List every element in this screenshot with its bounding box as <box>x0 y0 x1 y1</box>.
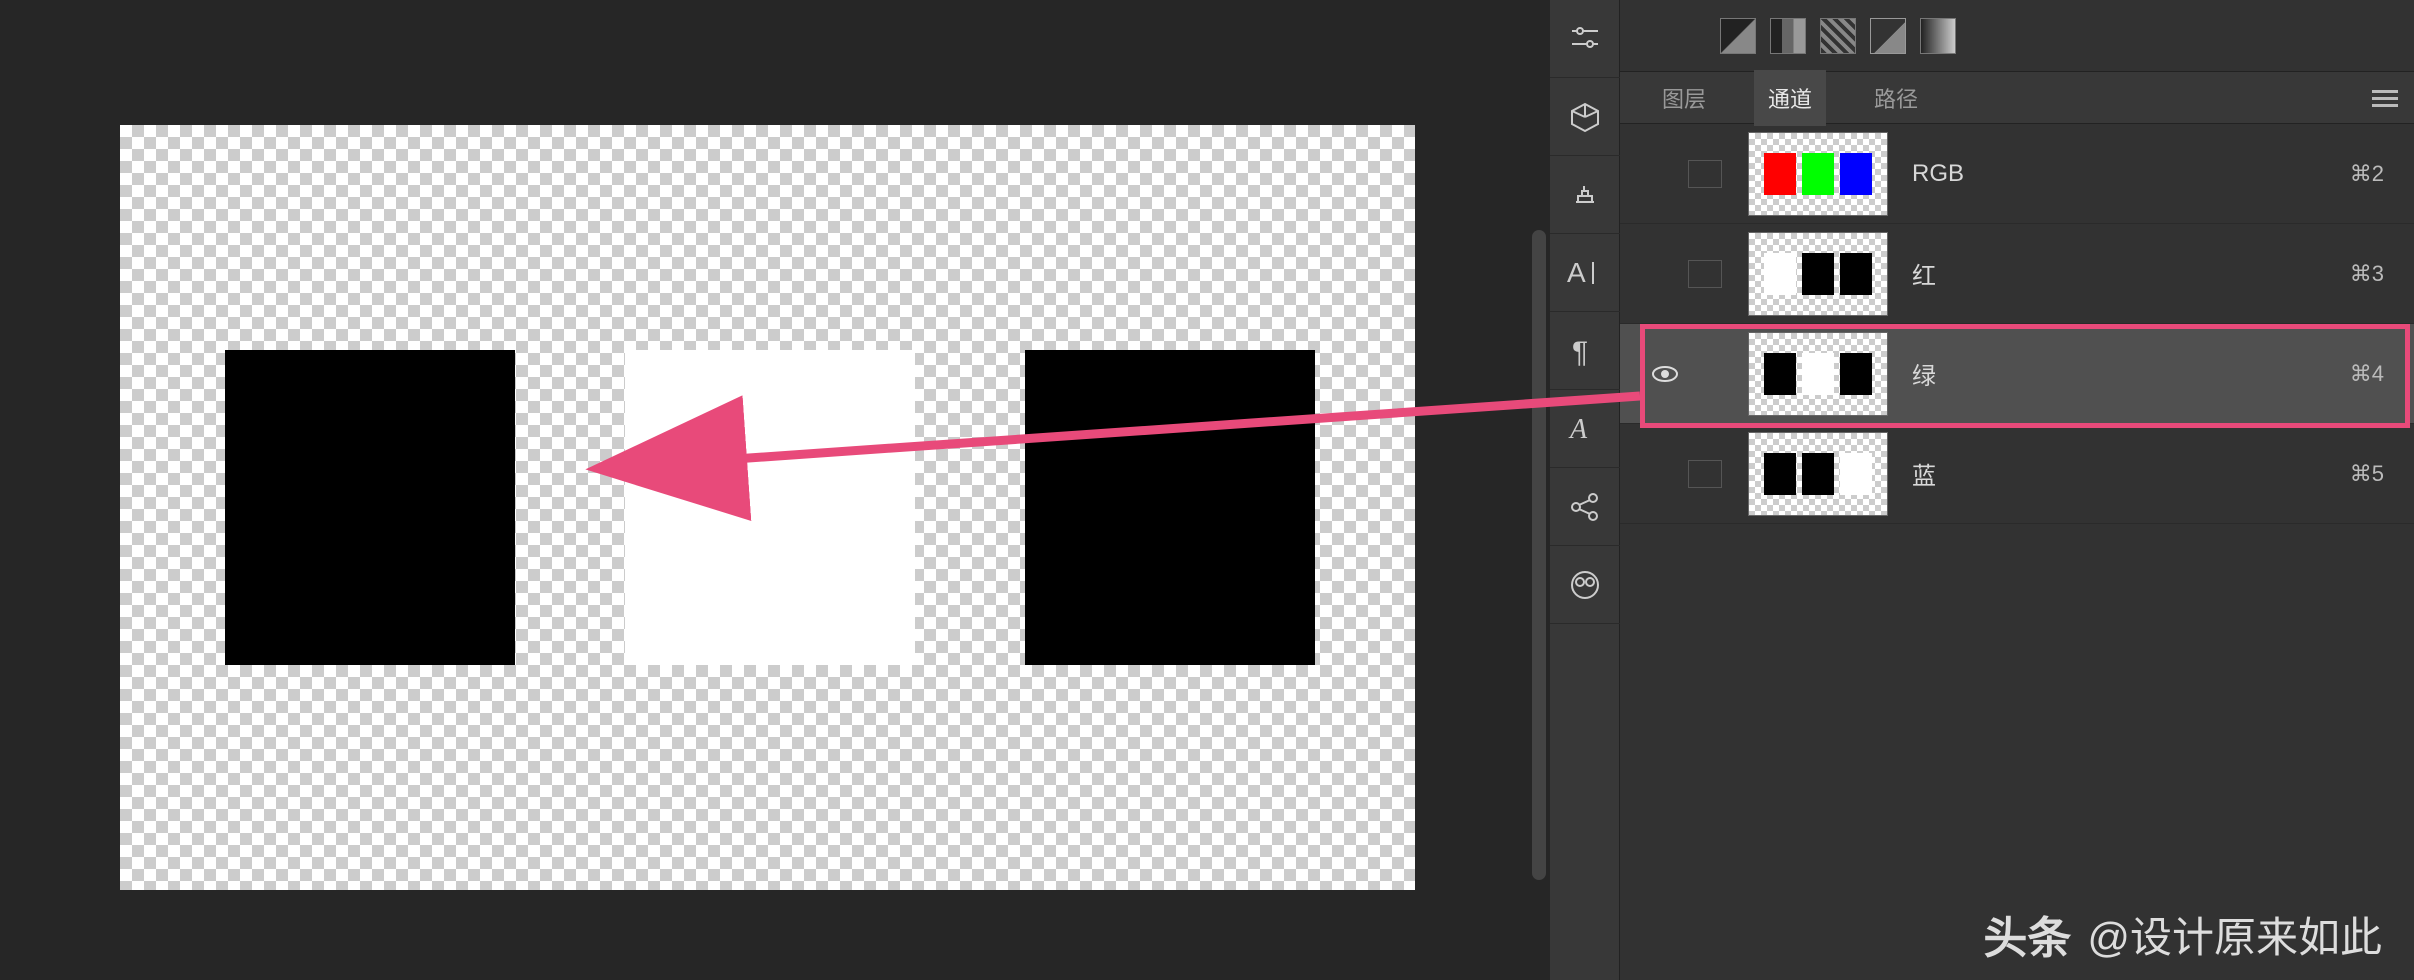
channel-shortcut: ⌘3 <box>2350 261 2384 287</box>
canvas-area <box>0 0 1550 980</box>
thumb-mini <box>1764 253 1796 295</box>
watermark: 头条 @设计原来如此 <box>1983 902 2382 966</box>
channel-thumb-rgb <box>1748 132 1888 216</box>
svg-text:A: A <box>1567 257 1586 288</box>
app-root: A ¶ A 图层 通道 路径 <box>0 0 2414 980</box>
tab-channels[interactable]: 通道 <box>1754 70 1826 126</box>
thumb-mini <box>1764 453 1796 495</box>
panel-preset-strip <box>1620 0 2414 72</box>
watermark-handle: @设计原来如此 <box>2087 904 2382 965</box>
thumb-mini <box>1840 153 1872 195</box>
channel-row-rgb[interactable]: RGB ⌘2 <box>1620 124 2414 224</box>
channel-thumb-red <box>1748 232 1888 316</box>
channels-list: RGB ⌘2 红 ⌘3 <box>1620 124 2414 980</box>
glyphs-panel-icon[interactable]: A <box>1550 390 1620 468</box>
channel-row-green[interactable]: 绿 ⌘4 <box>1620 324 2414 424</box>
collapsed-tool-strip: A ¶ A <box>1550 0 1620 980</box>
channel-row-blue[interactable]: 蓝 ⌘5 <box>1620 424 2414 524</box>
thumb-mini <box>1840 353 1872 395</box>
vertical-scrollbar-track[interactable] <box>1528 0 1550 980</box>
watermark-logo: 头条 <box>1983 902 2071 966</box>
channel-thumb-blue <box>1748 432 1888 516</box>
svg-text:A: A <box>1568 414 1588 445</box>
preset-icon-2[interactable] <box>1770 18 1806 54</box>
preset-icon-3[interactable] <box>1820 18 1856 54</box>
cc-libraries-icon[interactable] <box>1550 546 1620 624</box>
preset-icon-4[interactable] <box>1870 18 1906 54</box>
tab-paths[interactable]: 路径 <box>1860 70 1932 126</box>
canvas-square-1 <box>225 350 515 665</box>
svg-text:¶: ¶ <box>1572 336 1588 366</box>
thumb-mini <box>1802 253 1834 295</box>
paragraph-panel-icon[interactable]: ¶ <box>1550 312 1620 390</box>
thumb-mini <box>1802 453 1834 495</box>
share-icon[interactable] <box>1550 468 1620 546</box>
channel-shortcut: ⌘2 <box>2350 161 2384 187</box>
vertical-scrollbar-thumb[interactable] <box>1532 230 1546 880</box>
panel-tabs: 图层 通道 路径 <box>1620 72 2414 124</box>
visibility-box[interactable] <box>1688 260 1722 288</box>
preset-icon-5[interactable] <box>1920 18 1956 54</box>
tab-layers[interactable]: 图层 <box>1648 70 1720 126</box>
adjustments-icon[interactable] <box>1550 0 1620 78</box>
3d-icon[interactable] <box>1550 78 1620 156</box>
visibility-toggle[interactable] <box>1648 364 1682 384</box>
channel-label: 绿 <box>1912 356 1936 391</box>
document-canvas[interactable] <box>120 125 1415 890</box>
canvas-square-3 <box>1025 350 1315 665</box>
thumb-mini <box>1840 253 1872 295</box>
channel-row-red[interactable]: 红 ⌘3 <box>1620 224 2414 324</box>
channel-label: 蓝 <box>1912 456 1936 491</box>
canvas-square-2 <box>625 350 915 665</box>
thumb-mini <box>1802 353 1834 395</box>
channel-label: 红 <box>1912 256 1936 291</box>
thumb-mini <box>1764 353 1796 395</box>
thumb-mini <box>1764 153 1796 195</box>
channel-shortcut: ⌘4 <box>2350 361 2384 387</box>
thumb-mini <box>1802 153 1834 195</box>
channel-label: RGB <box>1912 160 1964 188</box>
panels-pane: 图层 通道 路径 RGB ⌘2 <box>1620 0 2414 980</box>
visibility-box[interactable] <box>1688 160 1722 188</box>
channel-shortcut: ⌘5 <box>2350 461 2384 487</box>
clone-stamp-icon[interactable] <box>1550 156 1620 234</box>
visibility-box[interactable] <box>1688 460 1722 488</box>
character-panel-icon[interactable]: A <box>1550 234 1620 312</box>
channel-thumb-green <box>1748 332 1888 416</box>
preset-icon-1[interactable] <box>1720 18 1756 54</box>
panel-menu-icon[interactable] <box>2372 90 2398 108</box>
thumb-mini <box>1840 453 1872 495</box>
